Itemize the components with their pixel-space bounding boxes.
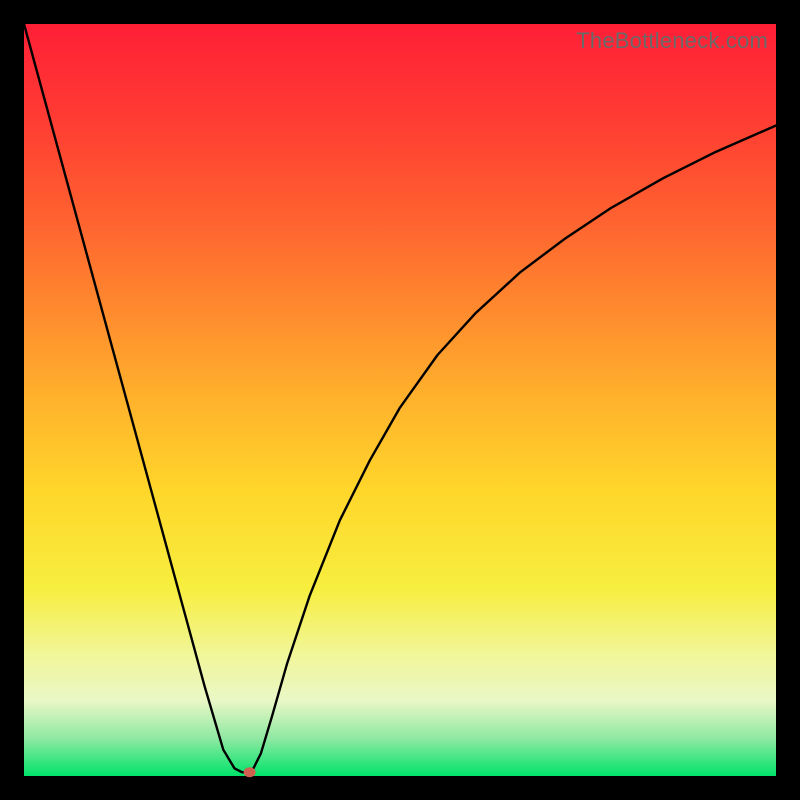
curve-svg bbox=[24, 24, 776, 776]
bottleneck-curve bbox=[24, 24, 776, 772]
chart-frame: TheBottleneck.com bbox=[0, 0, 800, 800]
gradient-plot-area: TheBottleneck.com bbox=[24, 24, 776, 776]
minimum-marker bbox=[244, 767, 256, 777]
